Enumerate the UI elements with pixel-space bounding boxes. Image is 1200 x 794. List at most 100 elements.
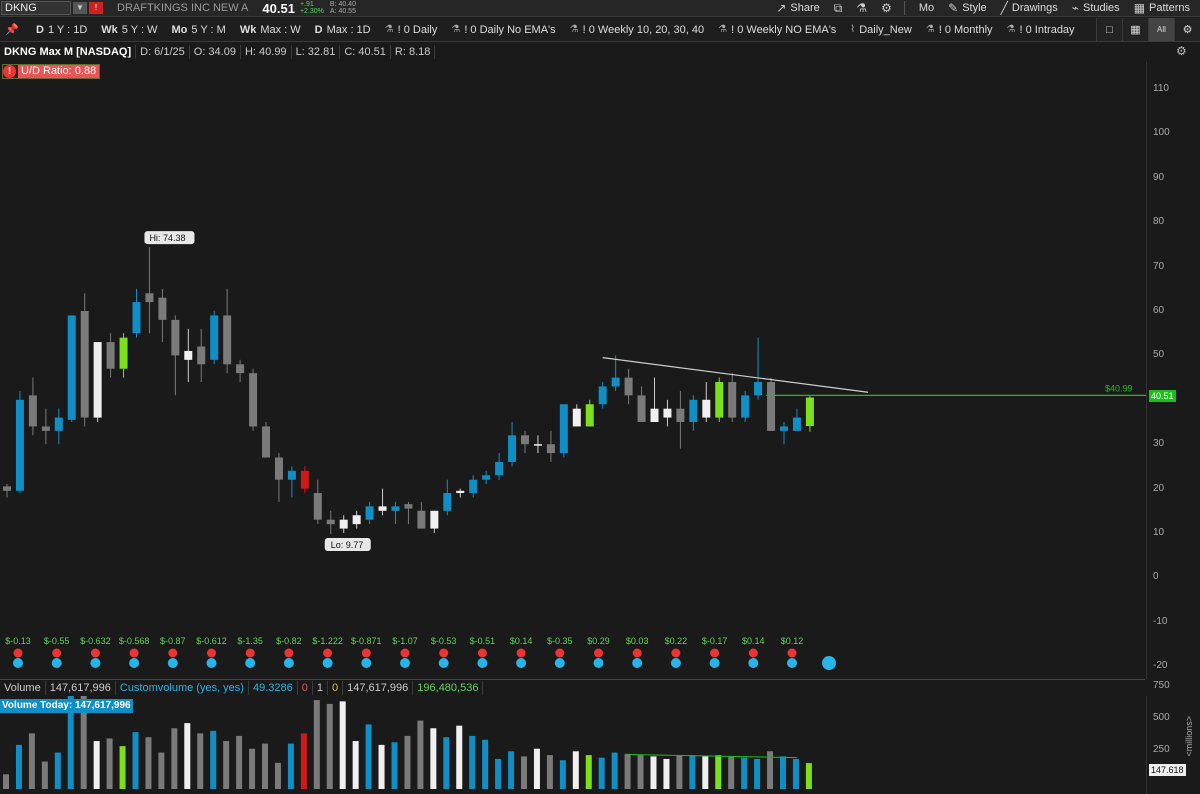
- style-button[interactable]: ✎ Style: [948, 1, 987, 15]
- earnings-label: $0.14: [510, 636, 533, 646]
- single-layout-button[interactable]: □: [1096, 18, 1122, 41]
- style-preset-5[interactable]: ⌇ Daily_New: [850, 24, 911, 36]
- pin-icon[interactable]: 📌: [0, 23, 24, 36]
- patterns-icon: ▦: [1133, 1, 1146, 15]
- volume-bar: [184, 723, 191, 789]
- candle-body: [28, 395, 37, 427]
- alert-icon[interactable]: !: [89, 2, 103, 14]
- candle-body: [728, 382, 737, 418]
- earnings-label: $-0.17: [702, 636, 728, 646]
- candle-body: [456, 490, 465, 494]
- style-preset-2[interactable]: ⚗! 0 Daily No EMA's: [451, 24, 555, 36]
- candle-body: [184, 350, 193, 360]
- earnings-label: $-1.222: [312, 636, 343, 646]
- earnings-label: $-0.612: [196, 636, 227, 646]
- earnings-icon: [477, 648, 487, 658]
- volume-value: 147,617,996: [46, 680, 116, 695]
- detach-button[interactable]: ⧉: [834, 1, 843, 16]
- symbol-dropdown-icon[interactable]: ▼: [73, 2, 87, 14]
- candle-body: [41, 426, 50, 431]
- price-tick-label: 10: [1153, 527, 1165, 538]
- style-icon: ✎: [948, 1, 959, 15]
- volume-bar: [521, 756, 527, 789]
- dividend-icon: [477, 658, 488, 668]
- tf-5-prefix: D: [314, 23, 323, 36]
- earnings-icon: [439, 648, 449, 658]
- candle-body: [54, 417, 63, 431]
- earnings-icon: [361, 648, 371, 658]
- help-icon: [822, 656, 836, 670]
- volume-chart[interactable]: [0, 696, 1146, 789]
- volume-bar: [236, 735, 243, 789]
- style-preset-4[interactable]: ⚗! 0 Weekly NO EMA's: [718, 24, 836, 36]
- style-preset-7[interactable]: ⚗! 0 Intraday: [1007, 24, 1075, 36]
- earnings-label: $0.12: [781, 636, 804, 646]
- symbol-input[interactable]: DKNG: [1, 1, 71, 15]
- volume-bar: [262, 743, 268, 789]
- timeframe-selector[interactable]: Mo: [919, 2, 934, 14]
- tf-1-label: 1 Y : 1D: [47, 23, 88, 36]
- info-date: D: 6/1/25: [136, 44, 190, 59]
- volume-bar: [352, 741, 359, 789]
- earnings-label: $0.22: [665, 636, 688, 646]
- price-chart[interactable]: $40.99 Hi: 74.38 Lo: 9.77 $-0.13 $-0.55 $-0.6…: [0, 62, 1146, 679]
- all-button[interactable]: All: [1148, 18, 1174, 41]
- grid-settings-button[interactable]: ⚙: [1174, 18, 1200, 41]
- dividend-icon: [129, 658, 140, 668]
- change-value: +.91: [299, 1, 314, 8]
- volume-bar: [689, 755, 696, 789]
- dividend-icon: [748, 658, 759, 668]
- style-label: Style: [962, 2, 987, 14]
- volume-bar: [624, 753, 631, 789]
- earnings-icon: [13, 648, 23, 658]
- earnings-icon: [323, 648, 333, 658]
- style-preset-label: ! 0 Daily: [397, 23, 438, 36]
- candle-body: [119, 337, 128, 369]
- patterns-label: Patterns: [1149, 2, 1190, 14]
- tf-2[interactable]: Wk 5 Y : W: [101, 24, 157, 36]
- tf-1[interactable]: D1 Y : 1D: [36, 24, 87, 36]
- tf-5[interactable]: D Max : 1D: [315, 24, 371, 36]
- volume-bar: [197, 733, 204, 789]
- flask-button[interactable]: ⚗: [856, 1, 867, 15]
- volume-bar: [274, 762, 281, 789]
- custom-volume-v3: 1: [313, 680, 328, 695]
- style-preset-label: ! 0 Weekly NO EMA's: [731, 23, 837, 36]
- style-preset-3[interactable]: ⚗! 0 Weekly 10, 20, 30, 40: [570, 24, 704, 36]
- earnings-icon: [168, 648, 178, 658]
- drawings-icon: ╱: [1000, 1, 1008, 15]
- volume-bar: [287, 743, 294, 789]
- candle-body: [585, 404, 594, 427]
- settings-button[interactable]: ⚙: [881, 1, 892, 15]
- volume-bar: [780, 756, 786, 789]
- share-button[interactable]: ↗ Share: [776, 1, 819, 15]
- candle-body: [313, 493, 322, 520]
- style-preset-6[interactable]: ⚗! 0 Monthly: [926, 24, 993, 36]
- share-label: Share: [790, 2, 820, 14]
- candle-body: [624, 377, 633, 396]
- volume-bar: [339, 701, 346, 789]
- candle-body: [80, 311, 89, 418]
- tf-2-label: 5 Y : W: [121, 23, 158, 36]
- style-preset-1[interactable]: ⚗! 0 Daily: [385, 24, 438, 36]
- tf-3-label: 5 Y : M: [191, 23, 226, 36]
- chart-settings-icon[interactable]: ⚙: [1176, 44, 1187, 58]
- studies-label: Studies: [1082, 2, 1120, 14]
- tf-4[interactable]: Wk Max : W: [240, 24, 301, 36]
- patterns-button[interactable]: ▦ Patterns: [1134, 1, 1190, 15]
- drawings-button[interactable]: ╱ Drawings: [1001, 1, 1058, 15]
- price-tick-label: 20: [1153, 482, 1165, 494]
- price-tick-label: 110: [1153, 83, 1169, 94]
- grid-layout-button[interactable]: ▦: [1122, 18, 1148, 41]
- earnings-icon: [671, 648, 681, 658]
- hline-label: $40.99: [1105, 383, 1133, 393]
- dividend-icon: [438, 658, 449, 668]
- gear-icon: ⚙: [1182, 24, 1193, 36]
- volume-bar: [93, 741, 100, 789]
- studies-button[interactable]: ⌁ Studies: [1072, 1, 1120, 15]
- volume-bar: [417, 720, 424, 789]
- tf-3[interactable]: Mo 5 Y : M: [171, 24, 225, 36]
- candle-body: [300, 470, 309, 489]
- volume-bar: [443, 737, 450, 789]
- price-axis[interactable]: 1101009080706050403020100-10-20: [1146, 62, 1200, 679]
